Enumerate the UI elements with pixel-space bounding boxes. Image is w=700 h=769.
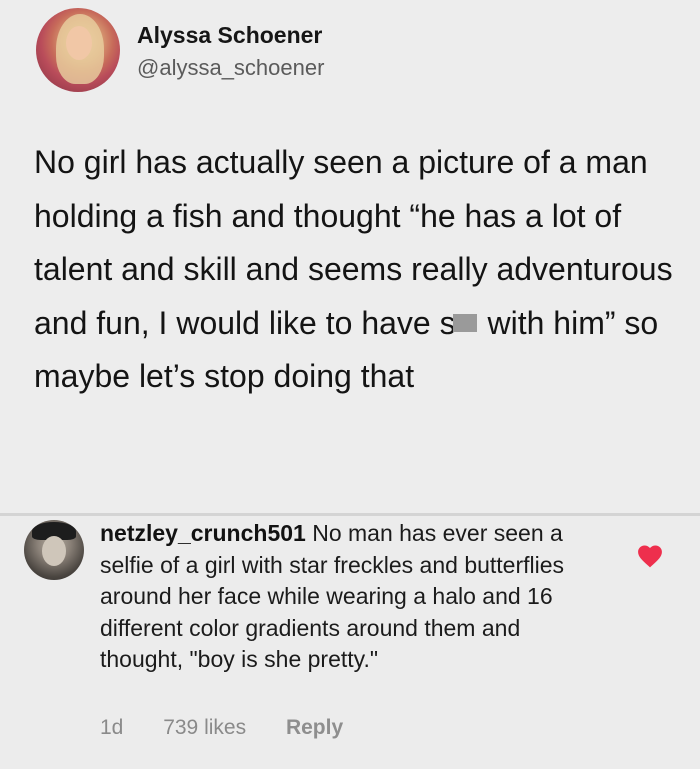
comment-text: netzley_crunch501 No man has ever seen a…: [100, 518, 600, 676]
tweet-author-avatar[interactable]: [36, 8, 120, 92]
comment-username[interactable]: netzley_crunch501: [100, 520, 306, 546]
comment-author-avatar[interactable]: [24, 520, 84, 580]
comment-meta: 1d 739 likes Reply: [100, 716, 377, 740]
tweet-author-handle[interactable]: @alyssa_schoener: [137, 55, 324, 81]
tweet-card: Alyssa Schoener @alyssa_schoener No girl…: [0, 0, 700, 513]
avatar-face: [42, 536, 66, 566]
avatar-face: [66, 26, 92, 60]
comment-age: 1d: [100, 716, 124, 739]
censor-block: [452, 313, 477, 332]
tweet-text: No girl has actually seen a picture of a…: [34, 136, 684, 404]
comment-likes[interactable]: 739 likes: [163, 716, 246, 739]
heart-icon[interactable]: [637, 544, 663, 568]
tweet-author-name[interactable]: Alyssa Schoener: [137, 22, 322, 49]
comment: netzley_crunch501 No man has ever seen a…: [0, 516, 700, 769]
heart-shape: [638, 545, 662, 568]
reply-button[interactable]: Reply: [286, 716, 343, 739]
